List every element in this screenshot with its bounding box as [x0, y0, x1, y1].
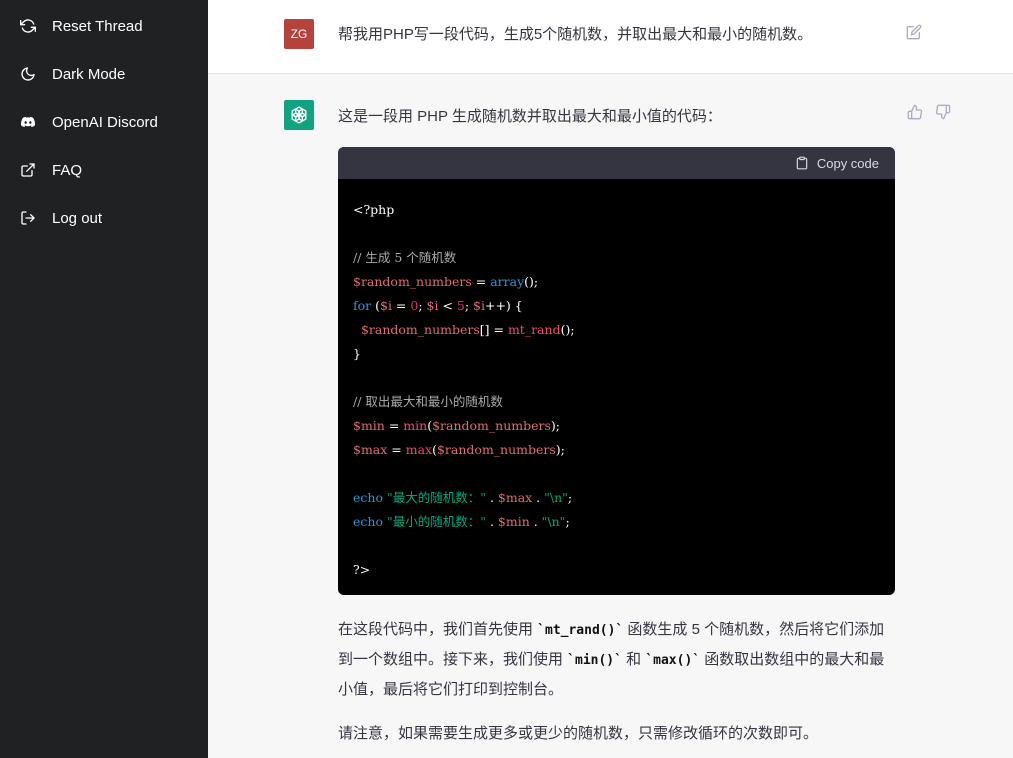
sidebar-item-faq[interactable]: FAQ: [8, 150, 200, 190]
sidebar-item-label: FAQ: [52, 161, 83, 179]
code-block-header: Copy code: [338, 147, 895, 179]
copy-code-button[interactable]: Copy code: [795, 156, 879, 171]
user-avatar: ZG: [284, 19, 314, 49]
openai-logo-icon: [284, 100, 314, 130]
user-message-text: 帮我用PHP写一段代码，生成5个随机数，并取出最大和最小的随机数。: [338, 26, 813, 43]
sidebar-item-label: Dark Mode: [52, 65, 126, 83]
logout-icon: [20, 210, 36, 226]
sidebar-item-openai-discord[interactable]: OpenAI Discord: [8, 102, 200, 142]
assistant-intro-text: 这是一段用 PHP 生成随机数并取出最大和最小值的代码：: [338, 108, 722, 125]
external-link-icon: [20, 162, 36, 178]
explanation-text: 在这段代码中，我们首先使用: [338, 621, 538, 638]
code-line: $random_numbers = array();: [353, 274, 539, 289]
code-line: }: [353, 346, 361, 361]
sidebar-item-reset-thread[interactable]: Reset Thread: [8, 6, 200, 46]
sidebar-item-log-out[interactable]: Log out: [8, 198, 200, 238]
code-line: echo "最大的随机数：" . $max . "\n";: [353, 490, 573, 505]
code-line: for ($i = 0; $i < 5; $i++) {: [353, 298, 523, 313]
thumbs-down-icon[interactable]: [935, 104, 951, 120]
code-block: Copy code <?php // 生成 5 个随机数 $random_numb…: [338, 147, 895, 595]
code-line: // 生成 5 个随机数: [353, 250, 457, 265]
sidebar-item-label: Log out: [52, 209, 103, 227]
inline-code: `mt_rand()`: [537, 623, 624, 638]
conversation: ZG 帮我用PHP写一段代码，生成5个随机数，并取出最大和最小的随机数。 这是一…: [208, 0, 1013, 758]
refresh-icon: [20, 18, 36, 34]
code-line: echo "最小的随机数：" . $min . "\n";: [353, 514, 570, 529]
explanation-text: 和: [621, 651, 646, 668]
code-line: $max = max($random_numbers);: [353, 442, 565, 457]
inline-code: `min()`: [567, 653, 622, 668]
assistant-message: 这是一段用 PHP 生成随机数并取出最大和最小值的代码： Copy code <…: [208, 75, 1013, 758]
edit-icon[interactable]: [906, 24, 922, 40]
code-line: ?>: [353, 562, 371, 577]
moon-icon: [20, 66, 36, 82]
sidebar-item-dark-mode[interactable]: Dark Mode: [8, 54, 200, 94]
code-line: // 取出最大和最小的随机数: [353, 394, 503, 409]
inline-code: `max()`: [645, 653, 701, 668]
code-line: $min = min($random_numbers);: [353, 418, 560, 433]
code-line: <?php: [353, 202, 395, 217]
assistant-note: 请注意，如果需要生成更多或更少的随机数，只需修改循环的次数即可。: [338, 725, 819, 742]
clipboard-icon: [796, 156, 808, 170]
sidebar-item-label: Reset Thread: [52, 17, 143, 35]
assistant-explanation: 在这段代码中，我们首先使用 `mt_rand()` 函数生成 5 个随机数，然后…: [338, 615, 898, 704]
discord-icon: [20, 114, 36, 130]
code-line: $random_numbers[] = mt_rand();: [360, 322, 575, 337]
sidebar: Reset Thread Dark Mode OpenAI Discord FA…: [0, 0, 208, 758]
thumbs-up-icon[interactable]: [907, 104, 923, 120]
copy-code-label: Copy code: [816, 155, 879, 171]
code-content[interactable]: <?php // 生成 5 个随机数 $random_numbers = arra…: [338, 179, 895, 582]
user-message: ZG 帮我用PHP写一段代码，生成5个随机数，并取出最大和最小的随机数。: [208, 0, 1013, 74]
sidebar-item-label: OpenAI Discord: [52, 113, 158, 131]
